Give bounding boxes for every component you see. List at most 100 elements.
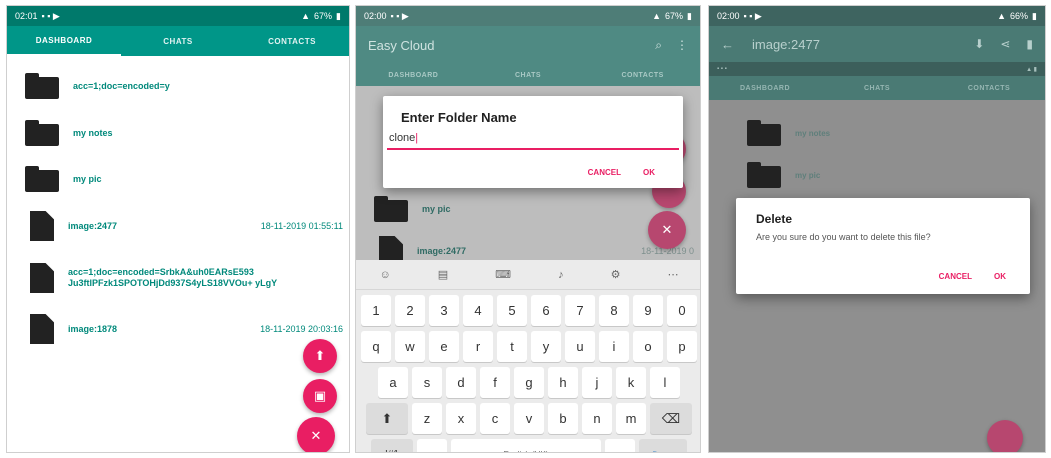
key-q[interactable]: q (361, 331, 391, 362)
done-key[interactable]: Done (639, 439, 687, 452)
key-y[interactable]: y (531, 331, 561, 362)
key-3[interactable]: 3 (429, 295, 459, 326)
key-k[interactable]: k (616, 367, 646, 398)
dialog-title: Enter Folder Name (401, 110, 517, 125)
settings-icon[interactable]: ⚙ (611, 268, 621, 281)
key-p[interactable]: p (667, 331, 697, 362)
download-icon[interactable]: ⬇ (974, 37, 984, 51)
delete-icon[interactable]: ▮ (1026, 37, 1033, 51)
camera-fab[interactable]: ▣ (303, 379, 337, 413)
folder-name-input[interactable]: clone| (387, 132, 679, 150)
tab-chats[interactable]: CHATS (471, 72, 586, 79)
emoji-icon[interactable]: ☺ (380, 269, 391, 281)
folder-icon (25, 118, 59, 148)
period-key[interactable]: . (605, 439, 635, 452)
status-bar: 02:01 ▪ ▪ ▶ ▲ 67% ▮ (7, 6, 349, 26)
key-t[interactable]: t (497, 331, 527, 362)
shift-key[interactable]: ⬆ (366, 403, 408, 434)
item-date: 18-11-2019 01:55:11 (260, 221, 343, 231)
back-arrow-icon[interactable]: ← (721, 37, 734, 52)
status-time: 02:00 (717, 11, 740, 21)
list-item[interactable]: acc=1;doc=encoded=SrbkA&uh0EARsE593 Ju3f… (7, 256, 349, 300)
list-item[interactable]: my pic (356, 194, 700, 224)
tab-dashboard[interactable]: DASHBOARD (7, 26, 121, 56)
symbols-key[interactable]: !#1 (371, 439, 413, 452)
status-bar: 02:00 ▪ ▪ ▶ ▲ 66% ▮ (709, 6, 1045, 26)
comma-key[interactable]: , (417, 439, 447, 452)
key-a[interactable]: a (378, 367, 408, 398)
key-x[interactable]: x (446, 403, 476, 434)
item-name: image:2477 (417, 245, 467, 256)
more-icon[interactable]: ⋮ (676, 38, 688, 53)
key-5[interactable]: 5 (497, 295, 527, 326)
list-item[interactable]: image:1878 18-11-2019 20:03:16 (7, 313, 349, 345)
cancel-button[interactable]: CANCEL (939, 272, 972, 281)
key-h[interactable]: h (548, 367, 578, 398)
key-d[interactable]: d (446, 367, 476, 398)
tab-dashboard[interactable]: DASHBOARD (356, 72, 471, 79)
signal-icon: ▲ ▮ (1026, 66, 1037, 73)
key-b[interactable]: b (548, 403, 578, 434)
key-r[interactable]: r (463, 331, 493, 362)
key-w[interactable]: w (395, 331, 425, 362)
key-9[interactable]: 9 (633, 295, 663, 326)
key-o[interactable]: o (633, 331, 663, 362)
key-f[interactable]: f (480, 367, 510, 398)
folder-icon (747, 118, 781, 148)
key-1[interactable]: 1 (361, 295, 391, 326)
list-item[interactable]: acc=1;doc=encoded=y (7, 70, 349, 102)
item-name: acc=1;doc=encoded=SrbkA&uh0EARsE593 Ju3f… (68, 267, 278, 288)
list-item[interactable]: my notes (7, 117, 349, 149)
tab-contacts[interactable]: CONTACTS (235, 37, 349, 46)
tab-contacts[interactable]: CONTACTS (585, 72, 700, 79)
space-key[interactable]: English (UK) (451, 439, 601, 452)
close-fab[interactable]: ✕ (648, 211, 686, 249)
key-g[interactable]: g (514, 367, 544, 398)
share-icon[interactable]: ⋖ (1000, 37, 1010, 51)
key-z[interactable]: z (412, 403, 442, 434)
item-name: my notes (73, 127, 113, 138)
key-u[interactable]: u (565, 331, 595, 362)
key-0[interactable]: 0 (667, 295, 697, 326)
close-icon: ✕ (310, 428, 322, 443)
letter-row-2: a s d f g h j k l (356, 367, 700, 398)
search-icon[interactable]: ⌕ (655, 38, 662, 53)
key-7[interactable]: 7 (565, 295, 595, 326)
ok-button[interactable]: OK (994, 272, 1006, 281)
tab-bar: DASHBOARD CHATS CONTACTS (709, 76, 1045, 100)
key-n[interactable]: n (582, 403, 612, 434)
tab-chats[interactable]: CHATS (121, 37, 235, 46)
dashboard-screen: 02:01 ▪ ▪ ▶ ▲ 67% ▮ DASHBOARD CHATS CONT… (6, 5, 350, 453)
key-m[interactable]: m (616, 403, 646, 434)
item-date: 18-11-2019 20:03:16 (260, 324, 343, 334)
battery-text: 67% (314, 11, 333, 21)
key-8[interactable]: 8 (599, 295, 629, 326)
mic-icon[interactable]: ♪ (558, 269, 564, 281)
close-fab[interactable]: ✕ (297, 417, 335, 452)
key-l[interactable]: l (650, 367, 680, 398)
cancel-button[interactable]: CANCEL (588, 168, 621, 177)
key-2[interactable]: 2 (395, 295, 425, 326)
list-item[interactable]: image:2477 18-11-2019 01:55:11 (7, 210, 349, 242)
list-item[interactable]: my pic (7, 163, 349, 195)
key-c[interactable]: c (480, 403, 510, 434)
folder-icon (25, 164, 59, 194)
keyboard-toolbar: ☺ ▤ ⌨ ♪ ⚙ ⋯ (356, 260, 700, 290)
clipboard-icon[interactable]: ▤ (438, 268, 448, 281)
collapse-icon[interactable]: ⋯ (667, 268, 678, 281)
delete-dialog: Delete Are you sure do you want to delet… (736, 198, 1030, 294)
key-s[interactable]: s (412, 367, 442, 398)
key-j[interactable]: j (582, 367, 612, 398)
folder-icon (374, 194, 408, 224)
upload-fab[interactable]: ⬆ (303, 339, 337, 373)
tab-dashboard: DASHBOARD (740, 84, 790, 92)
key-i[interactable]: i (599, 331, 629, 362)
key-4[interactable]: 4 (463, 295, 493, 326)
fab-button[interactable] (987, 420, 1023, 452)
key-v[interactable]: v (514, 403, 544, 434)
ok-button[interactable]: OK (643, 168, 655, 177)
key-e[interactable]: e (429, 331, 459, 362)
backspace-key[interactable]: ⌫ (650, 403, 692, 434)
key-6[interactable]: 6 (531, 295, 561, 326)
keyboard-layout-icon[interactable]: ⌨ (495, 268, 511, 281)
